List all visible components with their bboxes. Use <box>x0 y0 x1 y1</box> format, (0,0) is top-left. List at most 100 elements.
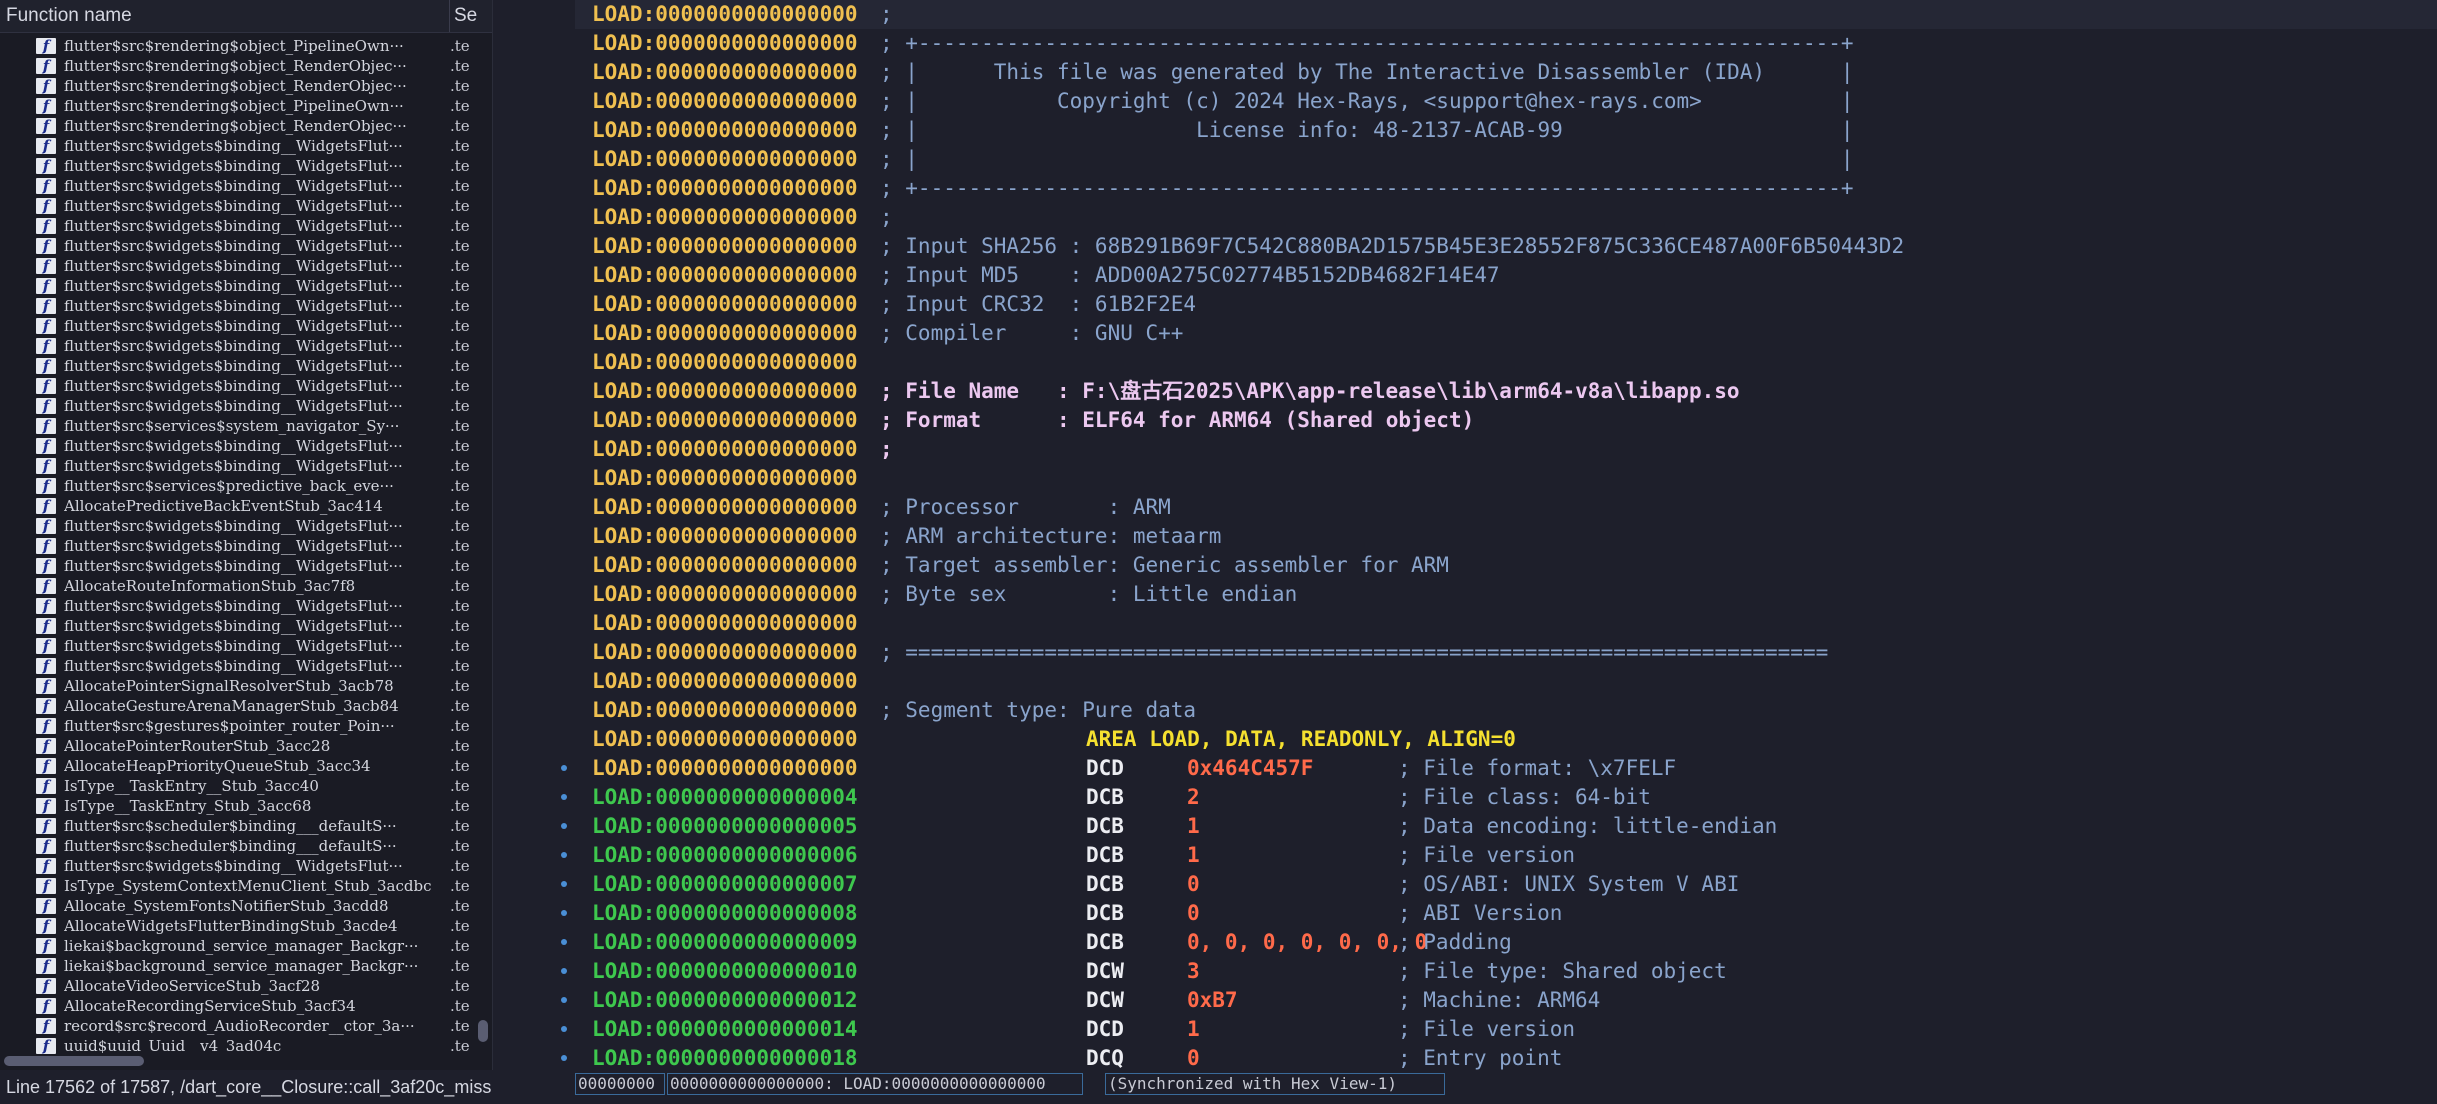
line-address[interactable]: LOAD:0000000000000000 <box>592 493 858 522</box>
disasm-line[interactable]: LOAD:0000000000000000; <box>575 435 2437 464</box>
instruction-mnemonic[interactable]: DCD <box>1086 754 1124 783</box>
disasm-line[interactable]: LOAD:0000000000000007 DCB 0 ; OS/ABI: UNIX … <box>575 870 2437 899</box>
instruction-mnemonic[interactable]: DCW <box>1086 957 1124 986</box>
function-row[interactable]: f flutter$src$widgets$binding__WidgetsFlu… <box>0 176 476 196</box>
line-address[interactable]: LOAD:0000000000000010 <box>592 957 858 986</box>
function-row[interactable]: f flutter$src$widgets$binding__WidgetsFlu… <box>0 616 476 636</box>
line-address[interactable]: LOAD:0000000000000000 <box>592 290 858 319</box>
function-row[interactable]: f flutter$src$services$system_navigator_S… <box>0 416 476 436</box>
function-row[interactable]: f AllocateWidgetsFlutterBindingStub_3acde… <box>0 916 476 936</box>
function-row[interactable]: f flutter$src$widgets$binding__WidgetsFlu… <box>0 276 476 296</box>
function-row[interactable]: f flutter$src$scheduler$binding___default… <box>0 816 476 836</box>
disasm-line[interactable]: LOAD:0000000000000012 DCW 0xB7 ; Machine: A… <box>575 986 2437 1015</box>
disasm-line[interactable]: LOAD:0000000000000008 DCB 0 ; ABI Version <box>575 899 2437 928</box>
function-row[interactable]: f flutter$src$services$predictive_back_ev… <box>0 476 476 496</box>
function-row[interactable]: f AllocateVideoServiceStub_3acf28 .te <box>0 976 476 996</box>
function-row[interactable]: f flutter$src$widgets$binding__WidgetsFlu… <box>0 236 476 256</box>
instruction-operand[interactable]: 3 <box>1187 957 1200 986</box>
disasm-line[interactable]: LOAD:0000000000000000 ; Byte sex : Little… <box>575 580 2437 609</box>
instruction-operand[interactable]: 0 <box>1187 899 1200 928</box>
function-row[interactable]: f AllocateRecordingServiceStub_3acf34 .te <box>0 996 476 1016</box>
instruction-operand[interactable]: 2 <box>1187 783 1200 812</box>
line-address[interactable]: LOAD:0000000000000000 <box>592 522 858 551</box>
line-address[interactable]: LOAD:0000000000000000 <box>592 580 858 609</box>
line-address[interactable]: LOAD:0000000000000008 <box>592 899 858 928</box>
disasm-line[interactable]: LOAD:0000000000000000 DCD 0x464C457F ; File… <box>575 754 2437 783</box>
line-address[interactable]: LOAD:0000000000000000 <box>592 377 858 406</box>
disasm-line[interactable]: LOAD:0000000000000014 DCD 1 ; File version <box>575 1015 2437 1044</box>
line-address[interactable]: LOAD:0000000000000018 <box>592 1044 858 1070</box>
disasm-line[interactable]: LOAD:0000000000000000 ; ARM architecture:… <box>575 522 2437 551</box>
instruction-mnemonic[interactable]: DCQ <box>1086 1044 1124 1070</box>
function-row[interactable]: f IsType__TaskEntry_Stub_3acc68 .te <box>0 796 476 816</box>
function-row[interactable]: f flutter$src$rendering$object_RenderObje… <box>0 76 476 96</box>
disasm-line[interactable]: LOAD:0000000000000000 ; Input MD5 : ADD00… <box>575 261 2437 290</box>
line-address[interactable]: LOAD:0000000000000012 <box>592 986 858 1015</box>
function-row[interactable]: f flutter$src$widgets$binding__WidgetsFlu… <box>0 536 476 556</box>
line-address[interactable]: LOAD:0000000000000000 <box>592 319 858 348</box>
function-row[interactable]: f flutter$src$widgets$binding__WidgetsFlu… <box>0 196 476 216</box>
line-address[interactable]: LOAD:0000000000000005 <box>592 812 858 841</box>
disasm-line[interactable]: LOAD:0000000000000009 DCB 0, 0, 0, 0, 0, 0… <box>575 928 2437 957</box>
instruction-operand[interactable]: 0, 0, 0, 0, 0, 0, 0 <box>1187 928 1427 957</box>
function-row[interactable]: f AllocateRouteInformationStub_3ac7f8 .te <box>0 576 476 596</box>
horizontal-scroll-thumb[interactable] <box>4 1056 144 1066</box>
instruction-operand[interactable]: 0 <box>1187 870 1200 899</box>
instruction-operand[interactable]: 0 <box>1187 1044 1200 1070</box>
instruction-operand[interactable]: 0x464C457F <box>1187 754 1313 783</box>
line-address[interactable]: LOAD:0000000000000000 <box>592 696 858 725</box>
line-address[interactable]: LOAD:0000000000000000 <box>592 551 858 580</box>
disasm-line[interactable]: LOAD:0000000000000000 <box>575 464 2437 493</box>
disassembly-view[interactable]: LOAD:0000000000000000; LOAD:0000000000000… <box>575 0 2437 1070</box>
function-row[interactable]: f flutter$src$widgets$binding__WidgetsFlu… <box>0 596 476 616</box>
disasm-line[interactable]: LOAD:0000000000000000 AREA LOAD, DATA, RE… <box>575 725 2437 754</box>
function-list-vertical-scrollbar[interactable] <box>476 36 490 1054</box>
disasm-line[interactable]: LOAD:0000000000000000 <box>575 348 2437 377</box>
function-row[interactable]: f liekai$background_service_manager_Backg… <box>0 956 476 976</box>
function-row[interactable]: f liekai$background_service_manager_Backg… <box>0 936 476 956</box>
line-address[interactable]: LOAD:0000000000000000 <box>592 58 858 87</box>
line-address[interactable]: LOAD:0000000000000000 <box>592 348 858 377</box>
disasm-line[interactable]: LOAD:0000000000000000 ; | License info: 4… <box>575 116 2437 145</box>
disasm-line[interactable]: LOAD:0000000000000000 <box>575 667 2437 696</box>
disasm-line[interactable]: LOAD:0000000000000000 <box>575 609 2437 638</box>
instruction-operand[interactable]: 1 <box>1187 812 1200 841</box>
instruction-mnemonic[interactable]: DCB <box>1086 812 1124 841</box>
function-row[interactable]: f record$src$record_AudioRecorder__ctor_3… <box>0 1016 476 1036</box>
function-row[interactable]: f Allocate_SystemFontsNotifierStub_3acdd8… <box>0 896 476 916</box>
instruction-mnemonic[interactable]: DCB <box>1086 870 1124 899</box>
function-row[interactable]: f flutter$src$widgets$binding__WidgetsFlu… <box>0 436 476 456</box>
function-row[interactable]: f flutter$src$widgets$binding__WidgetsFlu… <box>0 296 476 316</box>
line-address[interactable]: LOAD:0000000000000000 <box>592 667 858 696</box>
column-header-segment[interactable]: Se <box>449 0 494 32</box>
line-address[interactable]: LOAD:0000000000000009 <box>592 928 858 957</box>
line-address[interactable]: LOAD:0000000000000000 <box>592 145 858 174</box>
function-list-horizontal-scrollbar[interactable] <box>0 1054 490 1068</box>
function-row[interactable]: f AllocatePredictiveBackEventStub_3ac414.… <box>0 496 476 516</box>
disasm-line[interactable]: LOAD:0000000000000000 ; Processor : ARM <box>575 493 2437 522</box>
function-row[interactable]: f AllocatePointerRouterStub_3acc28 .te <box>0 736 476 756</box>
function-row[interactable]: f flutter$src$widgets$binding__WidgetsFlu… <box>0 256 476 276</box>
disasm-line[interactable]: LOAD:0000000000000000 ; +----------------… <box>575 29 2437 58</box>
instruction-operand[interactable]: 1 <box>1187 841 1200 870</box>
disasm-line[interactable]: LOAD:0000000000000000 ; File Name : F:\盘古… <box>575 377 2437 406</box>
line-address[interactable]: LOAD:0000000000000014 <box>592 1015 858 1044</box>
function-row[interactable]: f flutter$src$widgets$binding__WidgetsFlu… <box>0 376 476 396</box>
column-header-function-name[interactable]: Function name <box>6 0 446 32</box>
line-address[interactable]: LOAD:0000000000000000 <box>592 638 858 667</box>
function-row[interactable]: f flutter$src$widgets$binding__WidgetsFlu… <box>0 136 476 156</box>
instruction-mnemonic[interactable]: DCB <box>1086 783 1124 812</box>
disasm-line[interactable]: LOAD:0000000000000005 DCB 1 ; Data encoding… <box>575 812 2437 841</box>
line-address[interactable]: LOAD:0000000000000004 <box>592 783 858 812</box>
line-address[interactable]: LOAD:0000000000000000 <box>592 0 858 29</box>
line-address[interactable]: LOAD:0000000000000000 <box>592 203 858 232</box>
function-row[interactable]: f flutter$src$widgets$binding__WidgetsFlu… <box>0 356 476 376</box>
disasm-line[interactable]: LOAD:0000000000000000 ; Input SHA256 : 68… <box>575 232 2437 261</box>
disasm-line[interactable]: LOAD:0000000000000000 ; =================… <box>575 638 2437 667</box>
function-row[interactable]: f uuid$uuid_Uuid__v4_3ad04c .te <box>0 1036 476 1054</box>
function-row[interactable]: f AllocatePointerSignalResolverStub_3acb7… <box>0 676 476 696</box>
disasm-line[interactable]: LOAD:0000000000000000 ; | | <box>575 145 2437 174</box>
disasm-line[interactable]: LOAD:0000000000000000 ; Segment type: Pur… <box>575 696 2437 725</box>
function-row[interactable]: f flutter$src$rendering$object_PipelineOw… <box>0 96 476 116</box>
function-row[interactable]: f flutter$src$scheduler$binding___default… <box>0 836 476 856</box>
